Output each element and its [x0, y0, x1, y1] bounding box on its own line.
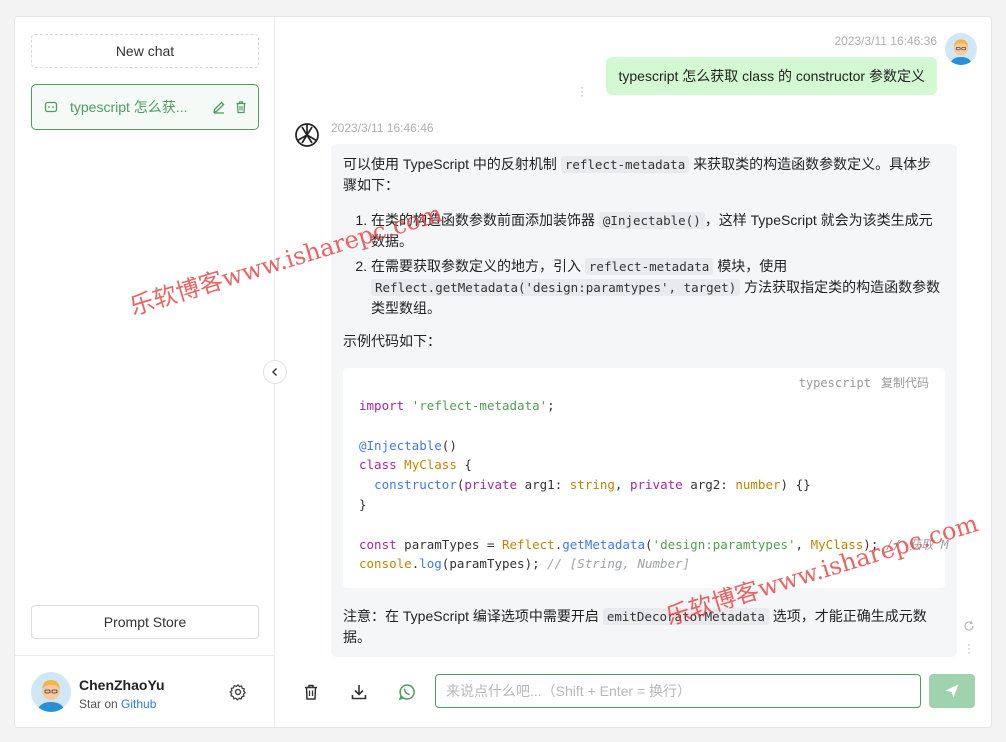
chat-area: 2023/3/11 16:46:36 typescript 怎么获取 class… — [275, 17, 991, 727]
new-chat-button[interactable]: New chat — [31, 34, 259, 68]
inline-code: emitDecoratorMetadata — [602, 608, 769, 626]
ai-intro: 可以使用 TypeScript 中的反射机制 reflect-metadata … — [343, 154, 945, 196]
user-subtitle-text: Star on — [79, 697, 118, 711]
chevron-left-icon — [272, 368, 277, 376]
step-text: 在需要获取参数定义的地方，引入 — [371, 258, 585, 274]
ai-message-bubble: 可以使用 TypeScript 中的反射机制 reflect-metadata … — [331, 144, 957, 657]
whatsapp-icon[interactable] — [397, 682, 417, 702]
inline-code: reflect-metadata — [560, 156, 690, 173]
step-text: 在类的构造函数参数前面添加装饰器 — [371, 212, 599, 228]
github-link[interactable]: Github — [121, 697, 156, 711]
more-options-icon[interactable]: · · · — [967, 638, 971, 658]
code-content: import 'reflect-metadata'; @Injectable()… — [359, 398, 949, 572]
send-icon — [945, 684, 959, 698]
download-icon[interactable] — [349, 682, 369, 702]
user-subtitle: Star on Github — [79, 697, 156, 711]
copy-code-button[interactable]: 复制代码 — [881, 376, 929, 390]
steps-list: 在类的构造函数参数前面添加装饰器 @Injectable()，这样 TypeSc… — [371, 210, 945, 319]
settings-icon[interactable] — [229, 683, 247, 701]
delete-icon[interactable] — [234, 100, 248, 114]
user-message-time: 2023/3/11 16:46:36 — [834, 34, 937, 48]
edit-icon[interactable] — [212, 100, 226, 114]
ai-note: 注意：在 TypeScript 编译选项中需要开启 emitDecoratorM… — [343, 606, 945, 648]
chat-footer — [275, 665, 991, 727]
code-language: typescript — [798, 376, 871, 390]
code-header: typescript 复制代码 — [799, 374, 929, 394]
openai-logo-icon — [293, 121, 321, 149]
user-panel: ChenZhaoYu Star on Github — [15, 655, 275, 727]
send-button[interactable] — [929, 674, 975, 708]
clear-chat-icon[interactable] — [301, 682, 321, 702]
sidebar: New chat typescript 怎么获... Prompt Store … — [15, 17, 275, 727]
avatar — [945, 33, 977, 65]
user-name: ChenZhaoYu — [79, 677, 165, 693]
inline-code: reflect-metadata — [584, 258, 714, 275]
chat-bubble-icon — [44, 100, 58, 114]
step-text: 模块，使用 — [713, 258, 788, 274]
ai-intro-text: 可以使用 TypeScript 中的反射机制 — [343, 156, 561, 172]
history-item-title: typescript 怎么获... — [70, 99, 188, 115]
example-label: 示例代码如下： — [343, 333, 441, 349]
collapse-sidebar-button[interactable] — [263, 360, 287, 384]
ai-message-time: 2023/3/11 16:46:46 — [331, 121, 434, 135]
user-message-bubble: typescript 怎么获取 class 的 constructor 参数定义 — [606, 57, 937, 95]
code-block: typescript 复制代码 import 'reflect-metadata';… — [343, 368, 949, 589]
more-options-icon[interactable]: · · · — [580, 81, 584, 101]
chat-input[interactable] — [435, 674, 921, 708]
inline-code: Reflect.getMetadata('design:paramtypes',… — [371, 279, 741, 296]
note-text: 注意：在 TypeScript 编译选项中需要开启 — [343, 608, 603, 625]
avatar — [31, 672, 71, 712]
history-item[interactable]: typescript 怎么获... — [31, 84, 259, 130]
prompt-store-button[interactable]: Prompt Store — [31, 605, 259, 639]
list-item: 在类的构造函数参数前面添加装饰器 @Injectable()，这样 TypeSc… — [371, 210, 945, 252]
app-window: New chat typescript 怎么获... Prompt Store … — [14, 16, 992, 728]
list-item: 在需要获取参数定义的地方，引入 reflect-metadata 模块，使用 R… — [371, 256, 945, 319]
refresh-icon[interactable] — [963, 619, 975, 631]
inline-code: @Injectable() — [598, 212, 705, 229]
